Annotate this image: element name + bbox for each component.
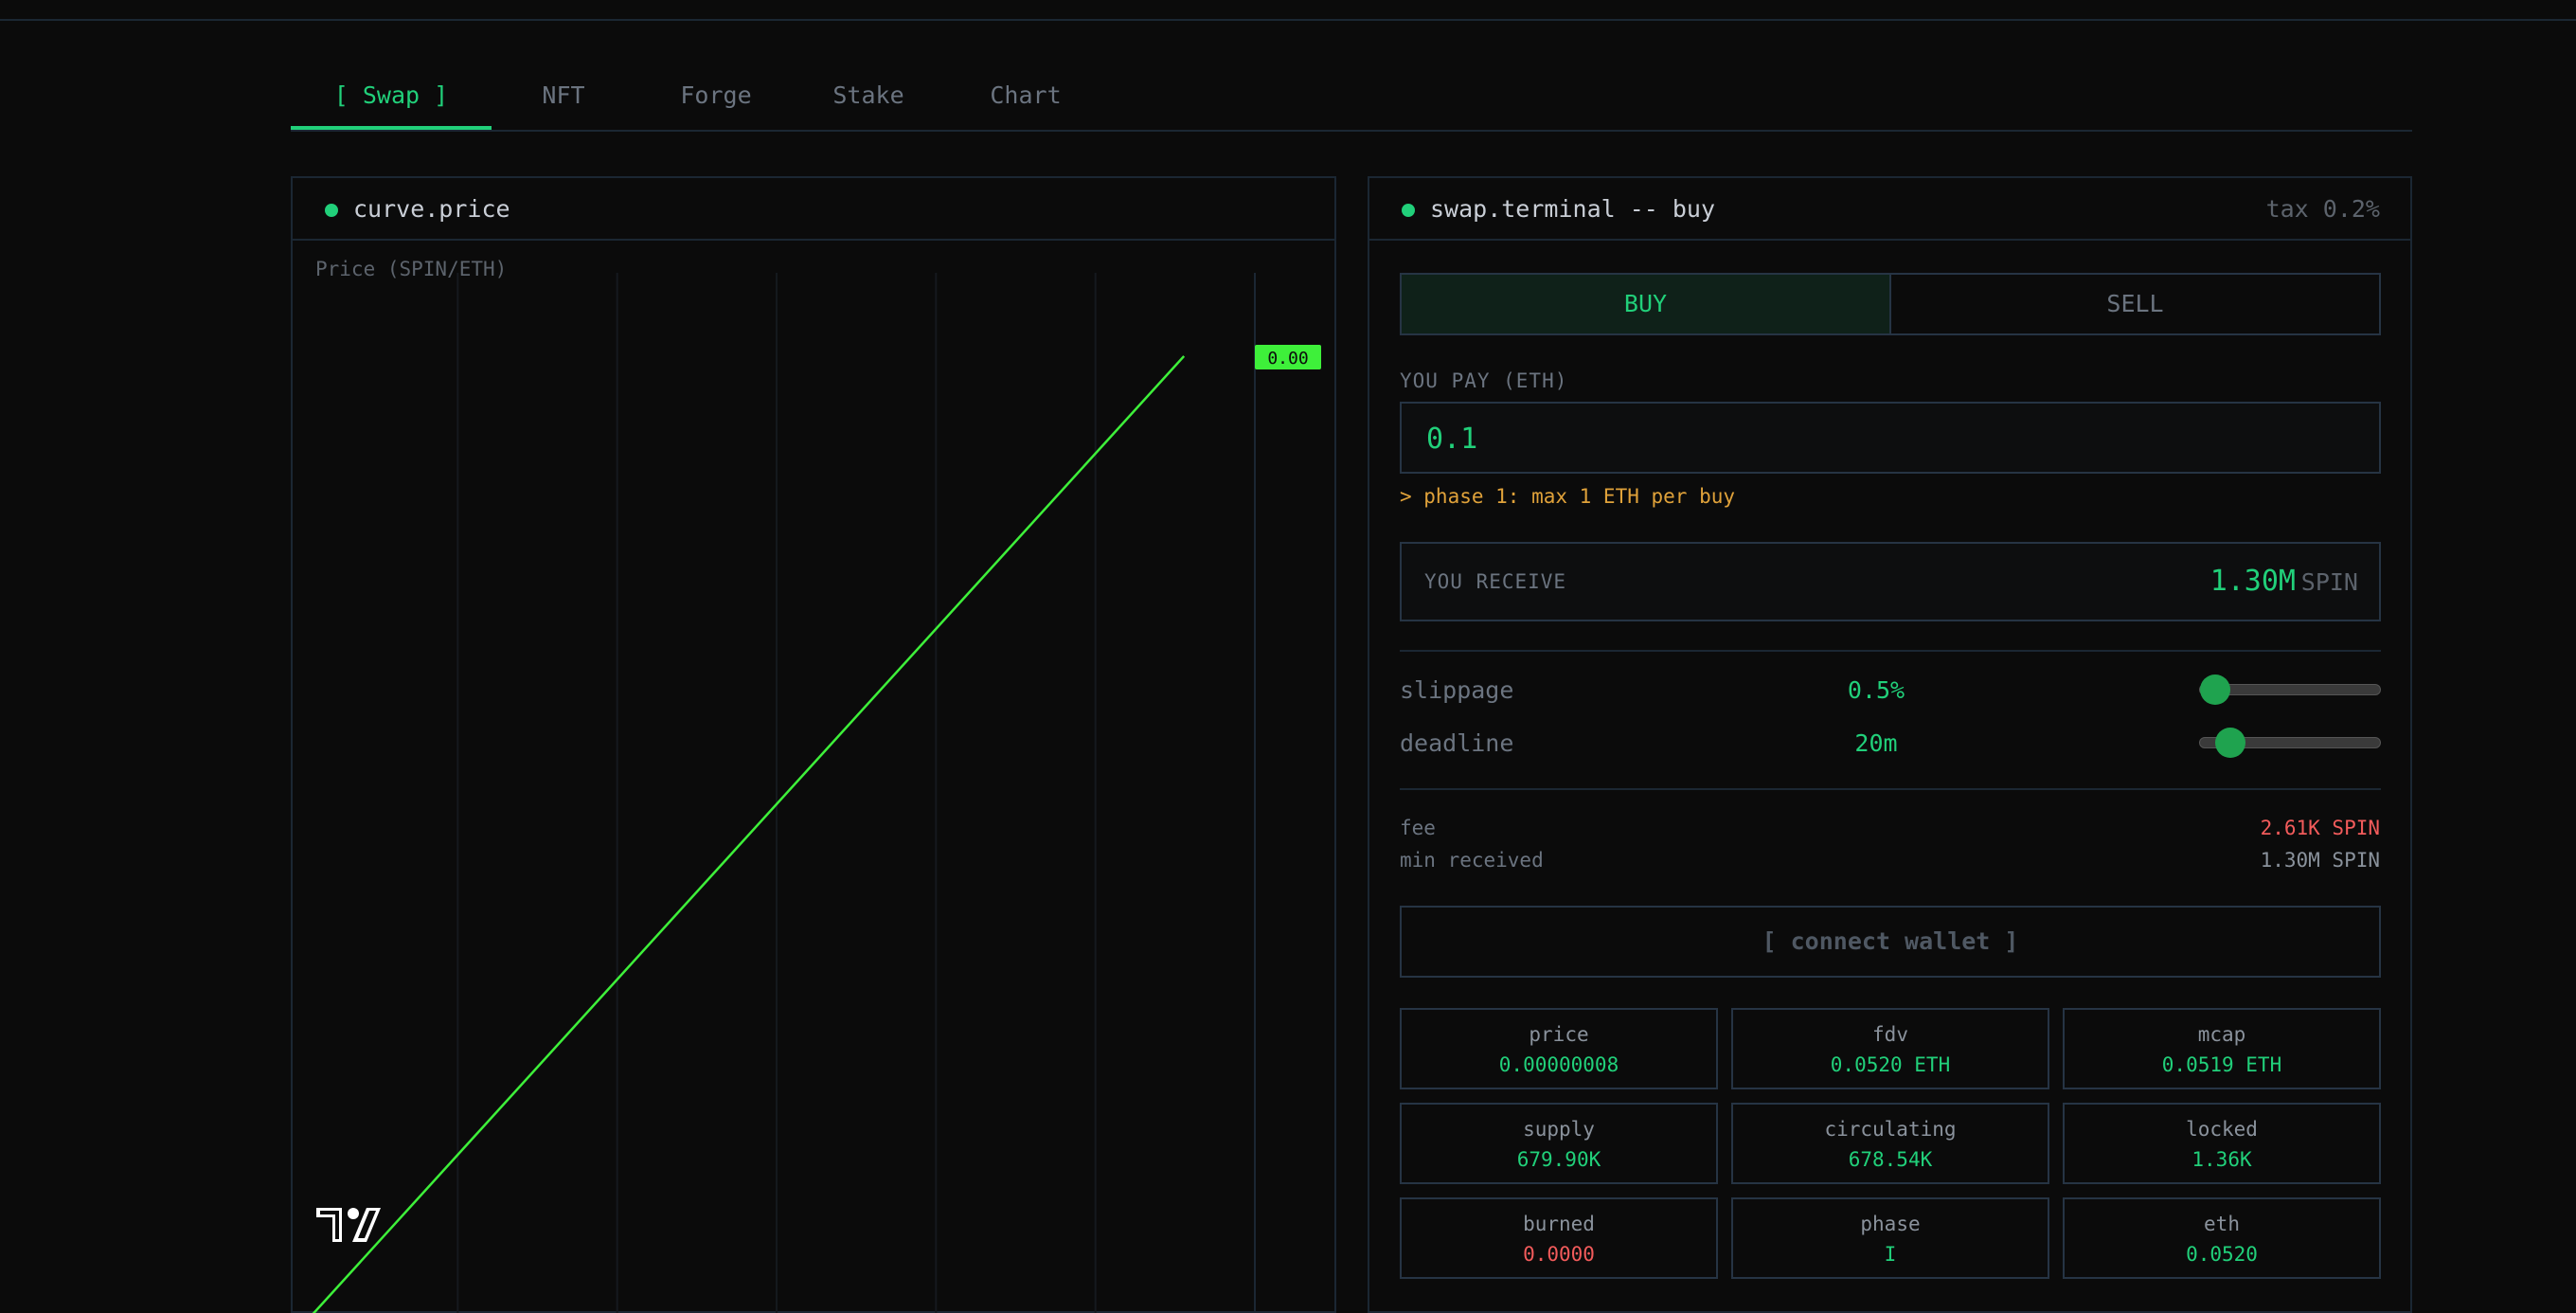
slippage-label: slippage [1400, 676, 1514, 704]
stat-value: 1.36K [2191, 1148, 2252, 1171]
stat-mcap: mcap 0.0519 ETH [2063, 1008, 2381, 1089]
stat-price: price 0.00000008 [1400, 1008, 1718, 1089]
receive-box: YOU RECEIVE 1.30M SPIN [1400, 542, 2381, 621]
stat-circulating: circulating 678.54K [1731, 1103, 2049, 1184]
stat-label: mcap [2197, 1023, 2246, 1046]
divider [1400, 650, 2381, 652]
receive-unit: SPIN [2300, 568, 2358, 596]
stat-fdv: fdv 0.0520 ETH [1731, 1008, 2049, 1089]
connect-wallet-button[interactable]: [ connect wallet ] [1400, 906, 2381, 978]
swap-terminal-panel: swap.terminal -- buy tax 0.2% BUY SELL Y… [1368, 176, 2412, 1313]
pay-label: YOU PAY (ETH) [1400, 369, 1568, 392]
slippage-slider-handle[interactable] [2200, 674, 2230, 705]
deadline-slider-handle[interactable] [2215, 728, 2245, 758]
stat-label: fdv [1872, 1023, 1908, 1046]
stat-value: 679.90K [1516, 1148, 1601, 1171]
pay-field [1400, 402, 2381, 474]
stat-label: burned [1523, 1213, 1595, 1235]
stat-value: 678.54K [1848, 1148, 1933, 1171]
fee-label: fee [1400, 817, 1436, 839]
tax-label: tax 0.2% [2265, 195, 2380, 223]
divider [1400, 788, 2381, 790]
stat-label: supply [1523, 1118, 1595, 1141]
min-received-label: min received [1400, 849, 1544, 872]
deadline-value: 20m [1854, 729, 1898, 757]
tab-chart[interactable]: Chart [967, 76, 1084, 130]
stat-value: 0.0519 ETH [2161, 1053, 2282, 1076]
sell-button[interactable]: SELL [1891, 275, 2379, 333]
slippage-slider[interactable] [2199, 674, 2381, 705]
stat-label: eth [2204, 1213, 2240, 1235]
tab-stake[interactable]: Stake [810, 76, 927, 130]
curve-price-panel: curve.price Price (SPIN/ETH) ETH0.9 ETH1… [291, 176, 1336, 1313]
buy-button[interactable]: BUY [1402, 275, 1891, 333]
last-price-label: 0.00 [1267, 349, 1308, 369]
tradingview-logo-icon [316, 1208, 381, 1242]
chart-panel-title: curve.price [353, 195, 510, 223]
status-dot-icon [1402, 204, 1415, 217]
stat-value: 0.0000 [1523, 1243, 1595, 1266]
price-chart[interactable]: ETH0.9 ETH1.8 ETH2.7 ETH3.6 ETH4.5 ETH0.… [293, 243, 1334, 1313]
stat-label: price [1529, 1023, 1589, 1046]
stat-label: phase [1860, 1213, 1921, 1235]
receive-amount: 1.30M [2209, 565, 2296, 598]
stat-locked: locked 1.36K [2063, 1103, 2381, 1184]
phase-note: > phase 1: max 1 ETH per buy [1400, 485, 1736, 508]
stat-burned: burned 0.0000 [1400, 1197, 1718, 1279]
main-tabs: [ Swap ] NFT Forge Stake Chart [291, 76, 2412, 132]
deadline-label: deadline [1400, 729, 1514, 757]
swap-panel-title: swap.terminal -- buy [1430, 195, 1716, 223]
stat-value: 0.0520 ETH [1830, 1053, 1951, 1076]
stat-value: I [1884, 1243, 1897, 1266]
top-divider [0, 19, 2576, 21]
tab-swap[interactable]: [ Swap ] [291, 76, 492, 130]
status-dot-icon [325, 204, 338, 217]
stat-value: 0.0520 [2186, 1243, 2258, 1266]
tab-nft[interactable]: NFT [507, 76, 620, 130]
stat-label: locked [2186, 1118, 2258, 1141]
stat-phase: phase I [1731, 1197, 2049, 1279]
price-series-line [312, 355, 1186, 1313]
buy-sell-toggle: BUY SELL [1400, 273, 2381, 335]
stat-supply: supply 679.90K [1400, 1103, 1718, 1184]
tab-forge[interactable]: Forge [654, 76, 778, 130]
slippage-value: 0.5% [1847, 676, 1905, 704]
receive-label: YOU RECEIVE [1424, 570, 1567, 593]
fee-value: 2.61K SPIN [2260, 817, 2380, 839]
pay-amount-input[interactable] [1424, 404, 2356, 474]
stat-eth: eth 0.0520 [2063, 1197, 2381, 1279]
min-received-value: 1.30M SPIN [2260, 849, 2380, 872]
chart-panel-header: curve.price [293, 178, 1334, 241]
deadline-slider[interactable] [2199, 728, 2381, 758]
stat-label: circulating [1824, 1118, 1957, 1141]
stat-value: 0.00000008 [1498, 1053, 1619, 1076]
swap-panel-header: swap.terminal -- buy tax 0.2% [1369, 178, 2410, 241]
